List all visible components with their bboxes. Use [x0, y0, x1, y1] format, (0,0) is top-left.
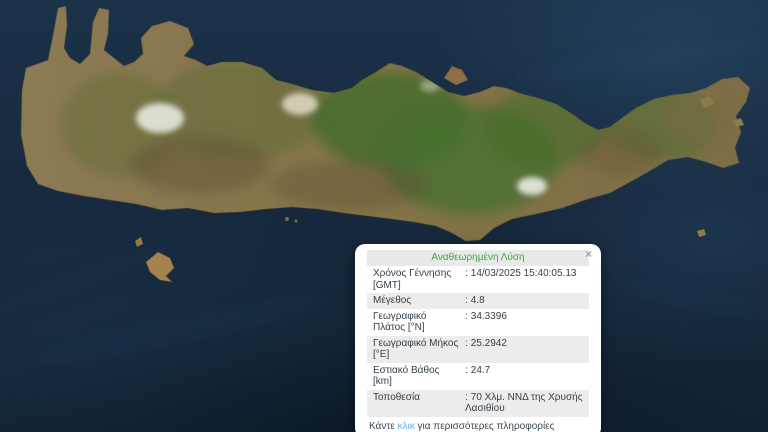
- table-row-longitude: Γεωγραφικό Μήκος [°E] :25.2942: [367, 336, 589, 363]
- origin-time-value: 14/03/2025 15:40:05.13: [471, 268, 577, 279]
- separator: :: [465, 311, 468, 322]
- row-label: Γεωγραφικό Πλάτος [°N]: [373, 311, 465, 334]
- separator: :: [465, 338, 468, 349]
- row-label: Εστιακό Βάθος [km]: [373, 365, 465, 388]
- row-value: :34.3396: [465, 311, 583, 334]
- row-value: :25.2942: [465, 338, 583, 361]
- footer-prefix: Κάντε: [369, 421, 398, 432]
- table-row-depth: Εστιακό Βάθος [km] :24.7: [367, 363, 589, 390]
- earthquake-info-popup: × Αναθεωρημένη Λύση Χρόνος Γέννησης [GMT…: [355, 244, 601, 432]
- separator: :: [465, 392, 468, 403]
- islet-dia: [444, 66, 468, 85]
- footer-suffix: για περισσότερες πληροφορίες: [415, 421, 555, 432]
- row-label: Γεωγραφικό Μήκος [°E]: [373, 338, 465, 361]
- more-info-link[interactable]: κλικ: [398, 421, 415, 432]
- popup-footer: Κάντε κλικ για περισσότερες πληροφορίες: [367, 417, 589, 432]
- row-value: :70 Χλμ. ΝΝΔ της Χρυσής Λασιθίου: [465, 392, 583, 415]
- separator: :: [465, 365, 468, 376]
- latitude-value: 34.3396: [471, 311, 507, 322]
- separator: :: [465, 295, 468, 306]
- table-row-latitude: Γεωγραφικό Πλάτος [°N] :34.3396: [367, 309, 589, 336]
- satellite-map[interactable]: × Αναθεωρημένη Λύση Χρόνος Γέννησης [GMT…: [0, 0, 768, 432]
- crete-island: [21, 6, 750, 241]
- earthquake-table: Αναθεωρημένη Λύση Χρόνος Γέννησης [GMT] …: [367, 250, 589, 417]
- table-row-origin-time: Χρόνος Γέννησης [GMT] :14/03/2025 15:40:…: [367, 266, 589, 293]
- table-row-magnitude: Μέγεθος :4.8: [367, 293, 589, 309]
- row-value: :4.8: [465, 295, 583, 307]
- row-value: :24.7: [465, 365, 583, 388]
- close-icon[interactable]: ×: [585, 248, 592, 260]
- row-label: Μέγεθος: [373, 295, 465, 307]
- depth-value: 24.7: [471, 365, 490, 376]
- row-label: Χρόνος Γέννησης [GMT]: [373, 268, 465, 291]
- row-value: :14/03/2025 15:40:05.13: [465, 268, 583, 291]
- magnitude-value: 4.8: [471, 295, 485, 306]
- popup-title: Αναθεωρημένη Λύση: [367, 250, 589, 266]
- location-value: 70 Χλμ. ΝΝΔ της Χρυσής Λασιθίου: [465, 392, 583, 415]
- separator: :: [465, 268, 468, 279]
- table-row-location: Τοποθεσία :70 Χλμ. ΝΝΔ της Χρυσής Λασιθί…: [367, 390, 589, 417]
- longitude-value: 25.2942: [471, 338, 507, 349]
- row-label: Τοποθεσία: [373, 392, 465, 415]
